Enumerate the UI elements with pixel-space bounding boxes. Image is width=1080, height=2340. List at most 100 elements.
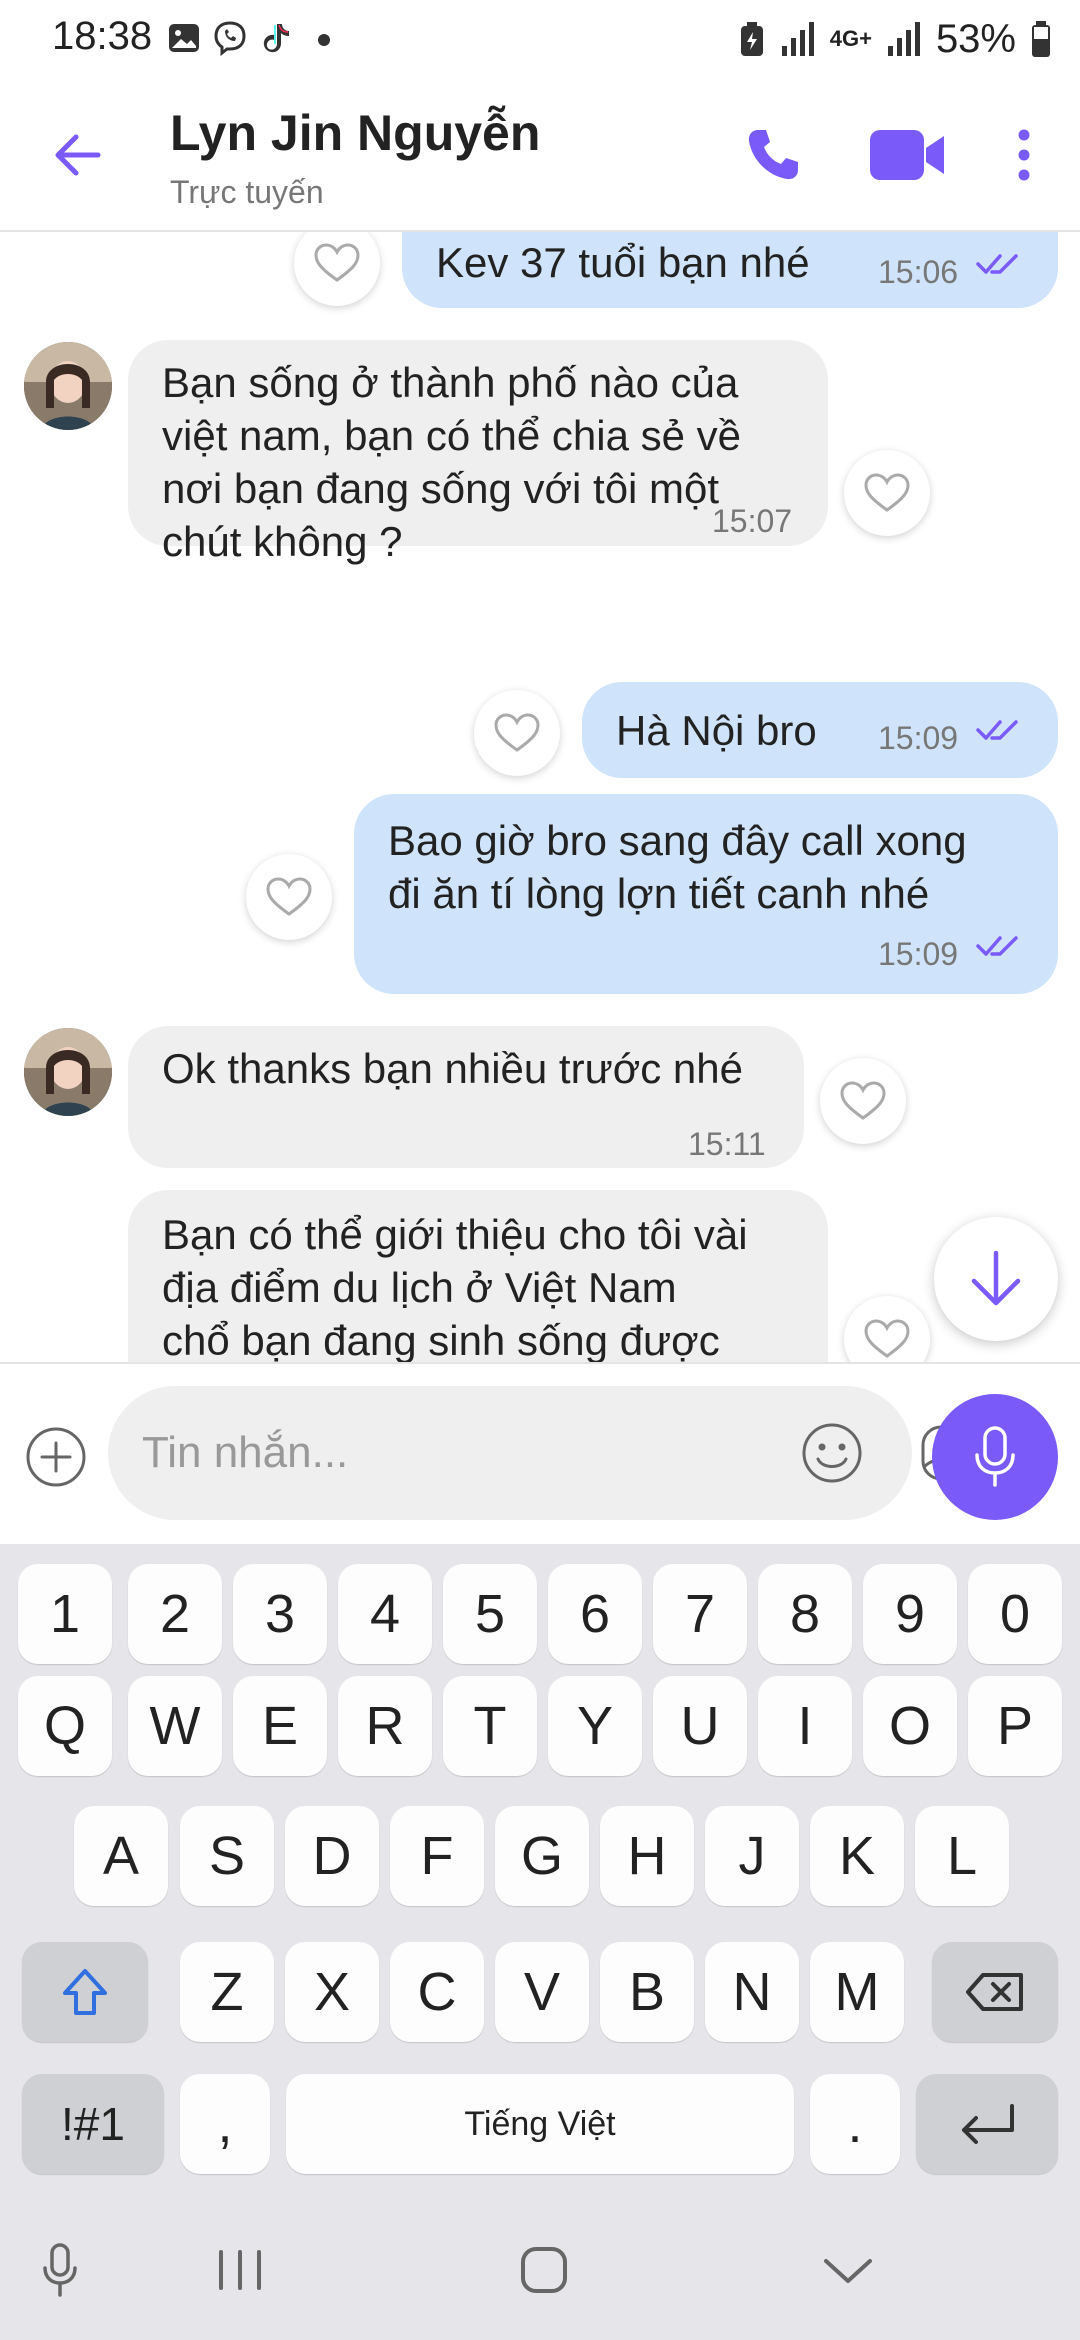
contact-avatar[interactable]	[24, 1028, 112, 1116]
key-r[interactable]: R	[338, 1676, 432, 1776]
key-s[interactable]: S	[180, 1806, 274, 1906]
like-button[interactable]	[844, 1296, 930, 1362]
message-time: 15:11	[688, 1126, 766, 1162]
status-right: 4G+ 53%	[738, 14, 1052, 64]
heart-icon	[266, 877, 312, 916]
key-3[interactable]: 3	[233, 1564, 327, 1664]
message-text: Ok thanks bạn nhiều trước nhé	[162, 1045, 743, 1092]
space-key[interactable]: Tiếng Việt	[286, 2074, 794, 2174]
key-v[interactable]: V	[495, 1942, 589, 2042]
key-k[interactable]: K	[810, 1806, 904, 1906]
key-y[interactable]: Y	[548, 1676, 642, 1776]
message-bubble-incoming[interactable]: Bạn sống ở thành phố nào của việt nam, b…	[128, 340, 828, 565]
like-button[interactable]	[820, 1058, 906, 1144]
key-w[interactable]: W	[128, 1676, 222, 1776]
key-6[interactable]: 6	[548, 1564, 642, 1664]
home-icon	[521, 2247, 567, 2293]
message-time: 15:09	[878, 720, 959, 756]
more-notifications-dot-icon	[318, 34, 330, 46]
key-j[interactable]: J	[705, 1806, 799, 1906]
key-u[interactable]: U	[653, 1676, 747, 1776]
backspace-key[interactable]	[932, 1942, 1058, 2042]
system-navigation-bar	[0, 2200, 1080, 2340]
message-composer: Tin nhắn...	[0, 1362, 1080, 1544]
key-l[interactable]: L	[915, 1806, 1009, 1906]
home-button[interactable]	[514, 2240, 574, 2300]
message-text: Bạn sống ở thành phố nào của việt nam, b…	[162, 359, 741, 565]
gallery-notification-icon	[169, 24, 199, 52]
contact-avatar[interactable]	[24, 342, 112, 430]
message-bubble-incoming[interactable]: Ok thanks bạn nhiều trước nhé 15:11	[128, 1026, 804, 1168]
key-2[interactable]: 2	[128, 1564, 222, 1664]
recent-apps-button[interactable]	[212, 2240, 268, 2300]
key-z[interactable]: Z	[180, 1942, 274, 2042]
message-bubble-outgoing[interactable]: Bao giờ bro sang đây call xong đi ăn tí …	[354, 794, 1058, 994]
viber-notification-icon	[214, 21, 246, 56]
video-call-button[interactable]	[868, 120, 948, 190]
signal-1-icon	[781, 22, 814, 56]
key-x[interactable]: X	[285, 1942, 379, 2042]
key-o[interactable]: O	[863, 1676, 957, 1776]
contact-name[interactable]: Lyn Jin Nguyễn	[170, 104, 540, 162]
key-f[interactable]: F	[390, 1806, 484, 1906]
tiktok-notification-icon	[263, 24, 289, 53]
message-time: 15:07	[712, 503, 793, 539]
comma-key[interactable]: ,	[180, 2074, 270, 2174]
key-7[interactable]: 7	[653, 1564, 747, 1664]
message-text: Hà Nội bro	[616, 707, 817, 754]
more-options-button[interactable]	[1006, 120, 1042, 190]
message-bubble-incoming[interactable]: Bạn có thể giới thiệu cho tôi vài địa đi…	[128, 1190, 828, 1362]
key-9[interactable]: 9	[863, 1564, 957, 1664]
add-attachment-icon[interactable]	[24, 1425, 88, 1489]
key-1[interactable]: 1	[18, 1564, 112, 1664]
battery-percent: 53%	[935, 16, 1016, 61]
chat-header: Lyn Jin Nguyễn Trực tuyến	[0, 80, 1080, 232]
like-button[interactable]	[474, 690, 560, 776]
message-bubble-outgoing[interactable]: Kev 37 tuổi bạn nhé 15:06	[402, 232, 1058, 308]
network-type: 4G+	[829, 26, 872, 51]
keyboard-voice-input-button[interactable]	[30, 2240, 90, 2300]
key-g[interactable]: G	[495, 1806, 589, 1906]
period-key[interactable]: .	[810, 2074, 900, 2174]
message-bubble-outgoing[interactable]: Hà Nội bro 15:09	[582, 682, 1058, 778]
key-5[interactable]: 5	[443, 1564, 537, 1664]
shift-key[interactable]	[22, 1942, 148, 2042]
status-bar: 18:38 4G+ 53%	[0, 0, 1080, 80]
phone-icon	[748, 130, 798, 180]
symbols-key[interactable]: !#1	[22, 2074, 164, 2174]
message-input[interactable]: Tin nhắn...	[108, 1386, 985, 1520]
enter-key[interactable]	[916, 2074, 1058, 2174]
key-m[interactable]: M	[810, 1942, 904, 2042]
voice-message-button[interactable]	[932, 1394, 1058, 1520]
key-h[interactable]: H	[600, 1806, 694, 1906]
heart-icon	[314, 243, 360, 282]
message-text: Bao giờ bro sang đây call xong đi ăn tí …	[388, 817, 967, 917]
key-i[interactable]: I	[758, 1676, 852, 1776]
scroll-to-bottom-button[interactable]	[934, 1217, 1058, 1341]
key-t[interactable]: T	[443, 1676, 537, 1776]
video-camera-icon	[870, 130, 944, 180]
status-time: 18:38	[52, 14, 153, 58]
key-q[interactable]: Q	[18, 1676, 112, 1776]
key-c[interactable]: C	[390, 1942, 484, 2042]
like-button[interactable]	[294, 232, 380, 306]
like-button[interactable]	[246, 854, 332, 940]
emoji-icon[interactable]	[800, 1421, 864, 1485]
key-b[interactable]: B	[600, 1942, 694, 2042]
more-vertical-icon	[1018, 129, 1030, 181]
message-list[interactable]: Kev 37 tuổi bạn nhé 15:06 Bạn sống ở thà…	[0, 232, 1080, 1362]
key-4[interactable]: 4	[338, 1564, 432, 1664]
like-button[interactable]	[844, 450, 930, 536]
key-p[interactable]: P	[968, 1676, 1062, 1776]
key-d[interactable]: D	[285, 1806, 379, 1906]
key-n[interactable]: N	[705, 1942, 799, 2042]
back-arrow-icon[interactable]	[48, 125, 108, 185]
key-a[interactable]: A	[74, 1806, 168, 1906]
hide-keyboard-button[interactable]	[818, 2240, 878, 2300]
contact-status: Trực tuyến	[170, 174, 324, 210]
voice-call-button[interactable]	[738, 120, 808, 190]
key-0[interactable]: 0	[968, 1564, 1062, 1664]
key-8[interactable]: 8	[758, 1564, 852, 1664]
message-text: Bạn có thể giới thiệu cho tôi vài địa đi…	[162, 1211, 748, 1362]
key-e[interactable]: E	[233, 1676, 327, 1776]
